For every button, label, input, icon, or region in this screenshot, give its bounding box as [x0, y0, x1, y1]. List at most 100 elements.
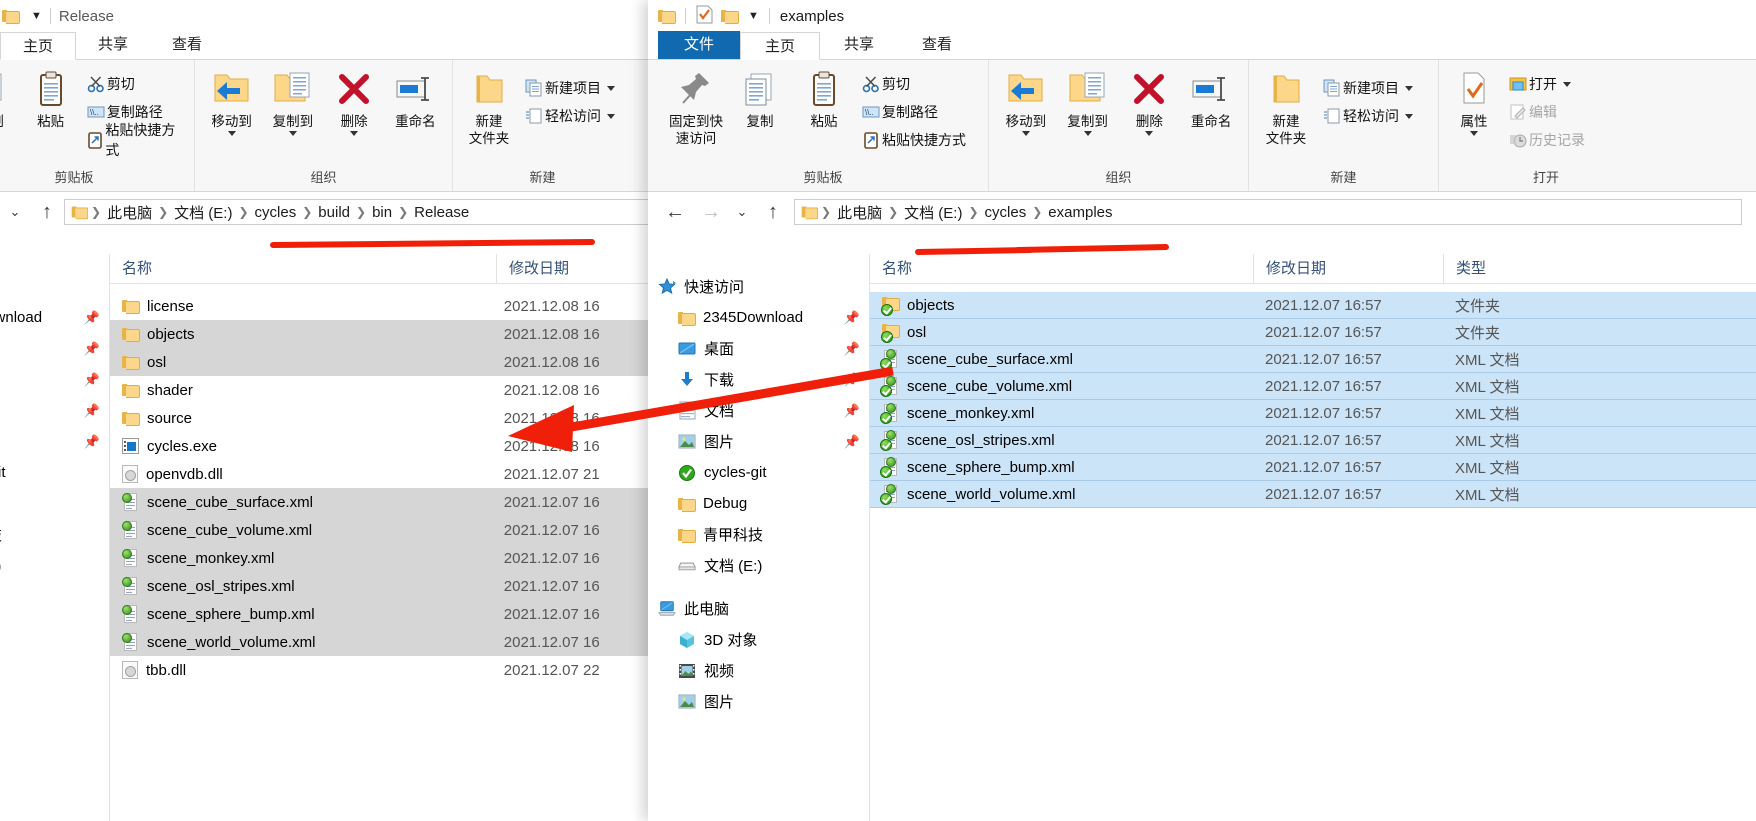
- pin-icon[interactable]: 📌: [84, 310, 100, 326]
- pin-icon[interactable]: 📌: [84, 403, 100, 419]
- dropdown-icon[interactable]: ▼: [31, 10, 42, 22]
- tab-file[interactable]: 文件: [658, 31, 741, 59]
- sidebar-item-2[interactable]: 桌面📌: [0, 333, 109, 364]
- sidebar-item-7[interactable]: Debug: [0, 488, 109, 519]
- chevron-down-icon[interactable]: [1405, 113, 1413, 119]
- table-row[interactable]: scene_osl_stripes.xml 2021.12.07 16: [110, 572, 660, 600]
- file-name-cell[interactable]: scene_monkey.xml: [110, 548, 492, 568]
- delete-button[interactable]: 删除: [324, 66, 385, 136]
- copy-path-button[interactable]: \\.. 复制路径: [856, 98, 970, 126]
- up-button[interactable]: ↑: [758, 197, 788, 227]
- right-column-header[interactable]: 名称 修改日期 类型: [870, 253, 1756, 284]
- explorer-window-examples[interactable]: ▼ examples 文件 主页 共享 查看 固定到快 速访问 复制 粘贴 剪切…: [648, 0, 1756, 821]
- left-sidebar[interactable]: 快速访问2345Download📌桌面📌下载📌文档📌图片📌cycles-gitD…: [0, 254, 110, 821]
- table-row[interactable]: scene_osl_stripes.xml 2021.12.07 16:57 XML…: [870, 426, 1756, 454]
- file-name-cell[interactable]: cycles.exe: [110, 438, 492, 455]
- properties-icon[interactable]: [696, 5, 713, 27]
- pin-icon[interactable]: 📌: [84, 434, 100, 450]
- table-row[interactable]: objects 2021.12.07 16:57 文件夹: [870, 292, 1756, 319]
- file-name-cell[interactable]: openvdb.dll: [110, 465, 492, 483]
- table-row[interactable]: osl 2021.12.08 16: [110, 348, 660, 376]
- pin-icon[interactable]: 📌: [844, 372, 860, 388]
- new-item-button[interactable]: 新建项目: [1317, 74, 1417, 102]
- dropdown-icon[interactable]: ▼: [748, 10, 759, 22]
- tab-view[interactable]: 查看: [150, 31, 224, 59]
- new-item-button[interactable]: 新建项目: [519, 74, 619, 102]
- sidebar-item-3[interactable]: 下载 📌: [648, 364, 869, 395]
- paste-button[interactable]: 粘贴: [792, 66, 856, 130]
- sidebar-item-10[interactable]: 此电脑: [0, 593, 109, 624]
- sidebar-item-11[interactable]: 3D 对象: [648, 624, 869, 655]
- file-name-cell[interactable]: scene_cube_surface.xml: [870, 348, 1253, 370]
- right-sidebar[interactable]: 快速访问 2345Download 📌 桌面 📌 下载 📌 文档 📌 图片 📌 cycles-git D…: [648, 254, 870, 821]
- move-to-button[interactable]: 移动到: [201, 66, 262, 136]
- file-name-cell[interactable]: license: [110, 298, 492, 315]
- file-name-cell[interactable]: scene_sphere_bump.xml: [110, 604, 492, 624]
- open-button[interactable]: 打开: [1503, 70, 1589, 98]
- pin-icon[interactable]: 📌: [84, 341, 100, 357]
- sidebar-item-5[interactable]: 图片📌: [0, 426, 109, 457]
- pin-icon[interactable]: 📌: [844, 341, 860, 357]
- breadcrumb-item-1[interactable]: 文档 (E:): [171, 202, 235, 223]
- file-name-cell[interactable]: scene_world_volume.xml: [110, 632, 492, 652]
- right-ribbon-tabs[interactable]: 文件 主页 共享 查看: [648, 31, 1756, 60]
- pin-icon[interactable]: 📌: [844, 434, 860, 450]
- chevron-down-icon[interactable]: [1563, 81, 1571, 87]
- recent-locations-button[interactable]: ⌄: [732, 197, 752, 227]
- sidebar-item-9[interactable]: 文档 (E:): [648, 550, 869, 581]
- table-row[interactable]: shader 2021.12.08 16: [110, 376, 660, 404]
- explorer-window-release[interactable]: ▼ Release 主页 共享 查看 复制: [0, 0, 660, 821]
- table-row[interactable]: cycles.exe 2021.12.08 16: [110, 432, 660, 460]
- right-file-list[interactable]: objects 2021.12.07 16:57 文件夹 osl 2021.12.07 …: [870, 292, 1756, 821]
- sidebar-item-4[interactable]: 文档📌: [0, 395, 109, 426]
- left-file-pane[interactable]: 名称 修改日期 license 2021.12.08 16 objects 2021.…: [110, 253, 660, 821]
- chevron-down-icon[interactable]: [607, 113, 615, 119]
- left-column-header[interactable]: 名称 修改日期: [110, 253, 660, 284]
- pin-icon[interactable]: 📌: [84, 372, 100, 388]
- chevron-down-icon[interactable]: [288, 131, 297, 136]
- right-ribbon[interactable]: 固定到快 速访问 复制 粘贴 剪切 \\.. 复制路径 粘贴快捷方式 剪贴板 移…: [648, 60, 1756, 192]
- history-button[interactable]: 历史记录: [1503, 126, 1589, 154]
- tab-home[interactable]: 主页: [740, 32, 821, 60]
- pin-icon[interactable]: 📌: [844, 310, 860, 326]
- up-button[interactable]: ↑: [32, 197, 62, 227]
- file-name-cell[interactable]: scene_cube_surface.xml: [110, 492, 492, 512]
- breadcrumb-item-4[interactable]: bin: [369, 204, 395, 221]
- sidebar-item-1[interactable]: 2345Download 📌: [0, 302, 109, 333]
- sidebar-item-13[interactable]: 图片: [648, 686, 869, 717]
- copy-button[interactable]: 复制: [728, 66, 792, 130]
- new-folder-button[interactable]: 新建 文件夹: [459, 66, 519, 147]
- file-name-cell[interactable]: osl: [870, 323, 1253, 343]
- breadcrumb-item-2[interactable]: cycles: [982, 204, 1030, 221]
- table-row[interactable]: scene_cube_volume.xml 2021.12.07 16:57 XML…: [870, 372, 1756, 400]
- tab-share[interactable]: 共享: [820, 31, 898, 59]
- chevron-down-icon[interactable]: [1083, 131, 1092, 136]
- easy-access-button[interactable]: 轻松访问: [519, 102, 619, 130]
- file-name-cell[interactable]: scene_cube_volume.xml: [110, 520, 492, 540]
- table-row[interactable]: osl 2021.12.07 16:57 文件夹: [870, 318, 1756, 346]
- back-button[interactable]: ←: [660, 197, 690, 227]
- forward-button[interactable]: →: [696, 197, 726, 227]
- table-row[interactable]: tbb.dll 2021.12.07 22: [110, 656, 660, 684]
- sidebar-item-8[interactable]: 青甲科技: [648, 519, 869, 550]
- table-row[interactable]: license 2021.12.08 16: [110, 292, 660, 320]
- chevron-down-icon[interactable]: [1021, 131, 1030, 136]
- copy-to-button[interactable]: 复制到: [1057, 66, 1119, 136]
- sidebar-item-6[interactable]: cycles-git: [648, 457, 869, 488]
- copy-button[interactable]: 复制: [0, 66, 20, 130]
- chevron-down-icon[interactable]: [227, 131, 236, 136]
- left-navbar[interactable]: ⌄ ↑ ❯ 此电脑 ❯ 文档 (E:) ❯ cycles ❯ build ❯ b…: [0, 192, 660, 232]
- sidebar-item-12[interactable]: 视频: [648, 655, 869, 686]
- paste-shortcut-button[interactable]: 粘贴快捷方式: [81, 122, 188, 158]
- tab-home[interactable]: 主页: [0, 32, 77, 60]
- delete-button[interactable]: 删除: [1119, 66, 1181, 136]
- table-row[interactable]: scene_monkey.xml 2021.12.07 16:57 XML 文档: [870, 399, 1756, 427]
- breadcrumb-item-0[interactable]: 此电脑: [834, 202, 885, 223]
- table-row[interactable]: openvdb.dll 2021.12.07 21: [110, 460, 660, 488]
- table-row[interactable]: objects 2021.12.08 16: [110, 320, 660, 348]
- breadcrumb-item-5[interactable]: Release: [411, 204, 472, 221]
- sidebar-item-11[interactable]: 3D 对象: [0, 624, 109, 655]
- table-row[interactable]: scene_world_volume.xml 2021.12.07 16: [110, 628, 660, 656]
- cut-button[interactable]: 剪切: [81, 70, 188, 98]
- sidebar-item-1[interactable]: 2345Download 📌: [648, 302, 869, 333]
